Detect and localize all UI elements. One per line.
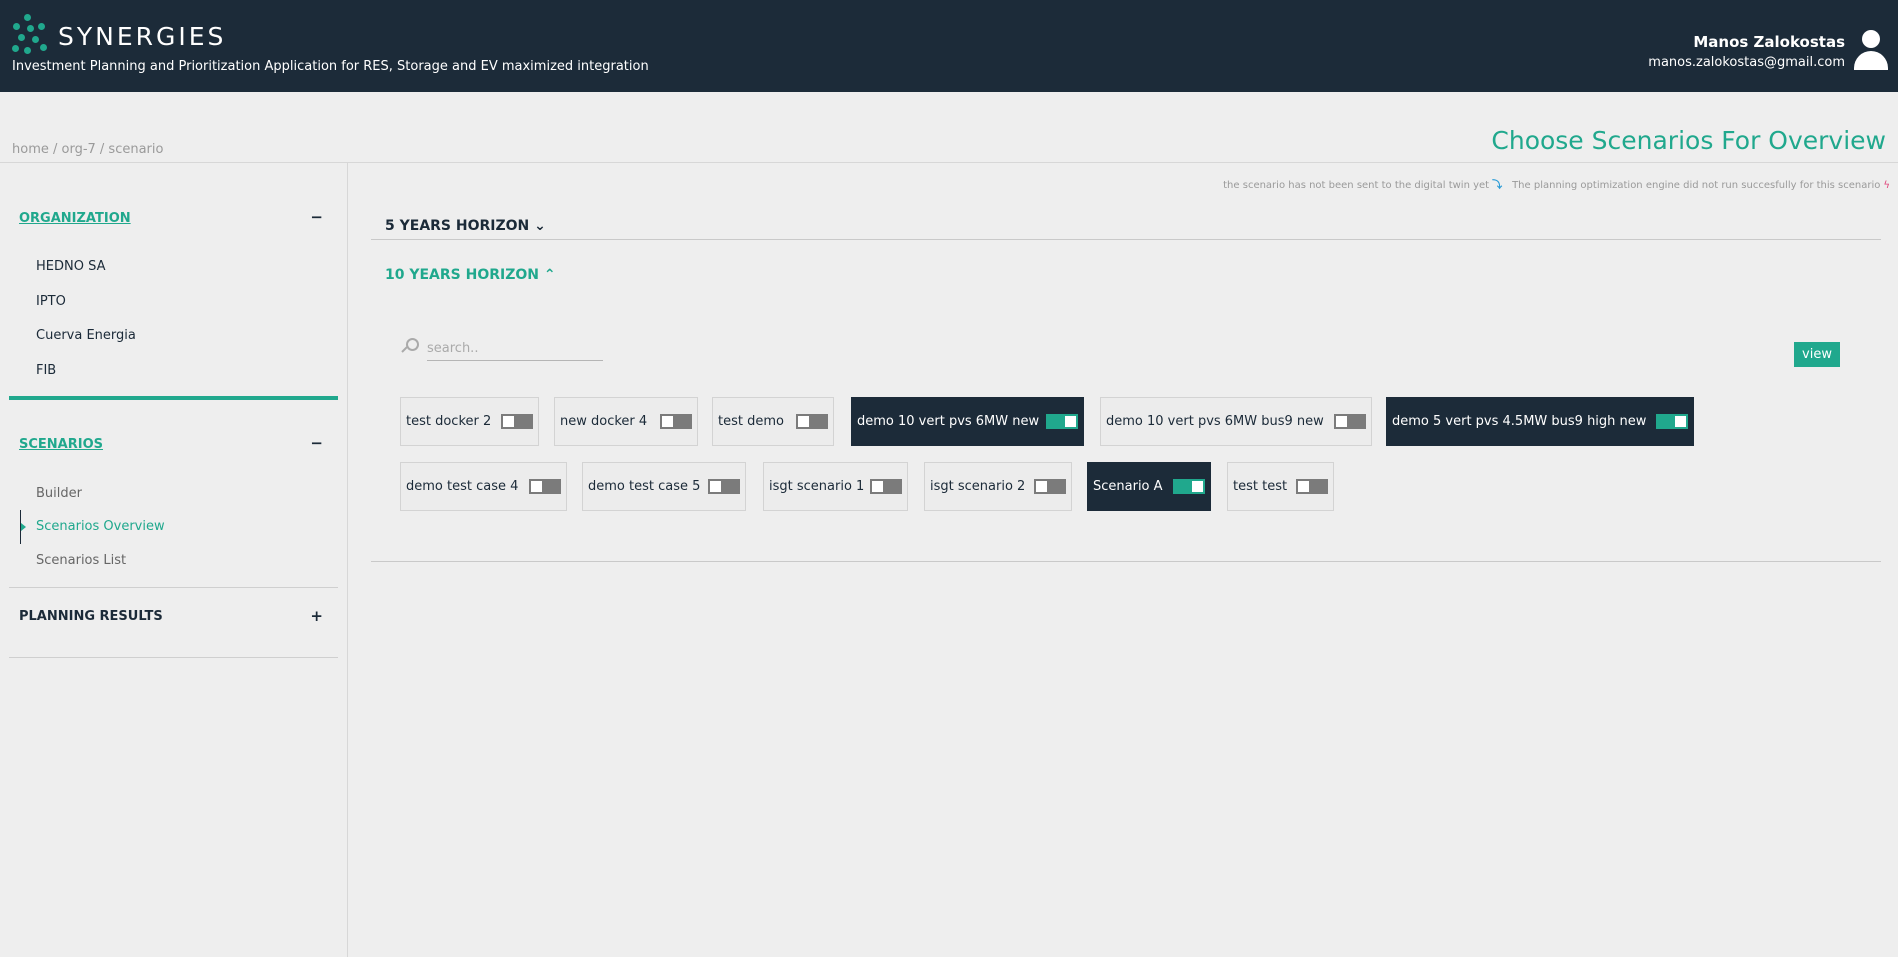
scenario-label: demo 10 vert pvs 6MW new (857, 414, 1040, 429)
section-divider (9, 657, 338, 658)
section-divider (9, 396, 338, 400)
user-avatar-icon[interactable] (1854, 30, 1888, 70)
search-input[interactable] (427, 337, 603, 361)
section-divider (9, 587, 338, 588)
breadcrumb[interactable]: home / org-7 / scenario (12, 142, 163, 157)
sidebar-item-scenarios-list[interactable]: Scenarios List (36, 553, 126, 568)
down-arrow-icon: ⤵ (1492, 180, 1503, 191)
legend-not-sent-text: the scenario has not been sent to the di… (1223, 180, 1490, 191)
scenario-toggle[interactable] (1034, 479, 1066, 494)
ten-years-horizon-label: 10 YEARS HORIZON (385, 267, 540, 283)
sidebar: ORGANIZATION − HEDNO SA IPTO Cuerva Ener… (0, 163, 348, 957)
scenario-card[interactable]: demo 10 vert pvs 6MW bus9 new (1100, 397, 1372, 446)
scenario-label: Scenario A (1093, 479, 1163, 494)
scenario-card[interactable]: demo 10 vert pvs 6MW new (851, 397, 1084, 446)
sidebar-item-cuerva-energia[interactable]: Cuerva Energia (36, 328, 136, 343)
scenario-label: demo 5 vert pvs 4.5MW bus9 high new (1392, 414, 1647, 429)
scenario-toggle[interactable] (1046, 414, 1078, 429)
scenario-toggle[interactable] (870, 479, 903, 494)
scenario-label: new docker 4 (560, 414, 648, 429)
sidebar-section-organization[interactable]: ORGANIZATION (19, 211, 131, 226)
collapse-scenarios-icon[interactable]: − (310, 434, 323, 452)
main-content: the scenario has not been sent to the di… (349, 163, 1898, 957)
scenario-toggle[interactable] (796, 414, 828, 429)
scenario-card[interactable]: test test (1227, 462, 1334, 511)
expand-planning-results-icon[interactable]: + (310, 607, 323, 625)
scenario-label: demo test case 4 (406, 479, 519, 494)
legend-engine-failed-text: The planning optimization engine did not… (1512, 180, 1881, 191)
chevron-down-icon: ⌄ (534, 218, 546, 234)
page-title: Choose Scenarios For Overview (1491, 126, 1886, 155)
scenario-toggle[interactable] (501, 414, 533, 429)
chevron-up-icon: ⌃ (543, 267, 556, 283)
scenario-toggle[interactable] (1656, 414, 1688, 429)
user-email: manos.zalokostas@gmail.com (1648, 55, 1845, 70)
scenario-toggle[interactable] (1296, 479, 1328, 494)
scenario-label: test demo (718, 414, 784, 429)
horizon-divider (371, 561, 1881, 562)
scenario-toggle[interactable] (708, 479, 740, 494)
user-name: Manos Zalokostas (1693, 33, 1845, 51)
app-tagline: Investment Planning and Prioritization A… (12, 59, 649, 74)
horizon-divider (371, 239, 1881, 240)
ten-years-horizon-toggle[interactable]: 10 YEARS HORIZON ⌃ (385, 267, 556, 283)
search-icon (401, 338, 420, 356)
scenario-card[interactable]: test docker 2 (400, 397, 539, 446)
five-years-horizon-label: 5 YEARS HORIZON (385, 218, 530, 234)
sidebar-item-ipto[interactable]: IPTO (36, 294, 66, 309)
sidebar-item-hedno-sa[interactable]: HEDNO SA (36, 259, 105, 274)
collapse-organization-icon[interactable]: − (310, 208, 323, 226)
status-legend: the scenario has not been sent to the di… (1223, 176, 1890, 191)
sidebar-section-scenarios[interactable]: SCENARIOS (19, 437, 103, 452)
scenario-card[interactable]: test demo (712, 397, 834, 446)
scenario-card[interactable]: Scenario A (1087, 462, 1211, 511)
synergies-logo-icon (10, 14, 52, 56)
sidebar-item-builder[interactable]: Builder (36, 486, 82, 501)
app-brand: SYNERGIES (58, 22, 227, 51)
scenario-card[interactable]: isgt scenario 1 (763, 462, 908, 511)
scenario-card[interactable]: demo 5 vert pvs 4.5MW bus9 high new (1386, 397, 1694, 446)
scenario-label: isgt scenario 1 (769, 479, 865, 494)
scenario-card[interactable]: new docker 4 (554, 397, 698, 446)
scenario-card[interactable]: demo test case 4 (400, 462, 567, 511)
sidebar-item-scenarios-overview[interactable]: Scenarios Overview (36, 519, 165, 534)
scenario-label: isgt scenario 2 (930, 479, 1026, 494)
top-bar: SYNERGIES Investment Planning and Priori… (0, 0, 1898, 92)
sidebar-item-fib[interactable]: FIB (36, 363, 56, 378)
five-years-horizon-toggle[interactable]: 5 YEARS HORIZON ⌄ (385, 218, 546, 234)
scenario-toggle[interactable] (529, 479, 561, 494)
scenario-label: test docker 2 (406, 414, 492, 429)
scenario-card[interactable]: isgt scenario 2 (924, 462, 1072, 511)
scenario-label: demo 10 vert pvs 6MW bus9 new (1106, 414, 1324, 429)
scenario-toggle[interactable] (1334, 414, 1366, 429)
lightning-bolt-icon: ϟ (1883, 180, 1890, 191)
scenario-label: test test (1233, 479, 1288, 494)
scenario-toggle[interactable] (660, 414, 692, 429)
scenario-label: demo test case 5 (588, 479, 701, 494)
active-item-marker-icon (20, 510, 26, 544)
scenario-card[interactable]: demo test case 5 (582, 462, 746, 511)
sidebar-section-planning-results[interactable]: PLANNING RESULTS (19, 609, 163, 624)
scenario-toggle[interactable] (1173, 479, 1205, 494)
view-button[interactable]: view (1794, 342, 1840, 367)
